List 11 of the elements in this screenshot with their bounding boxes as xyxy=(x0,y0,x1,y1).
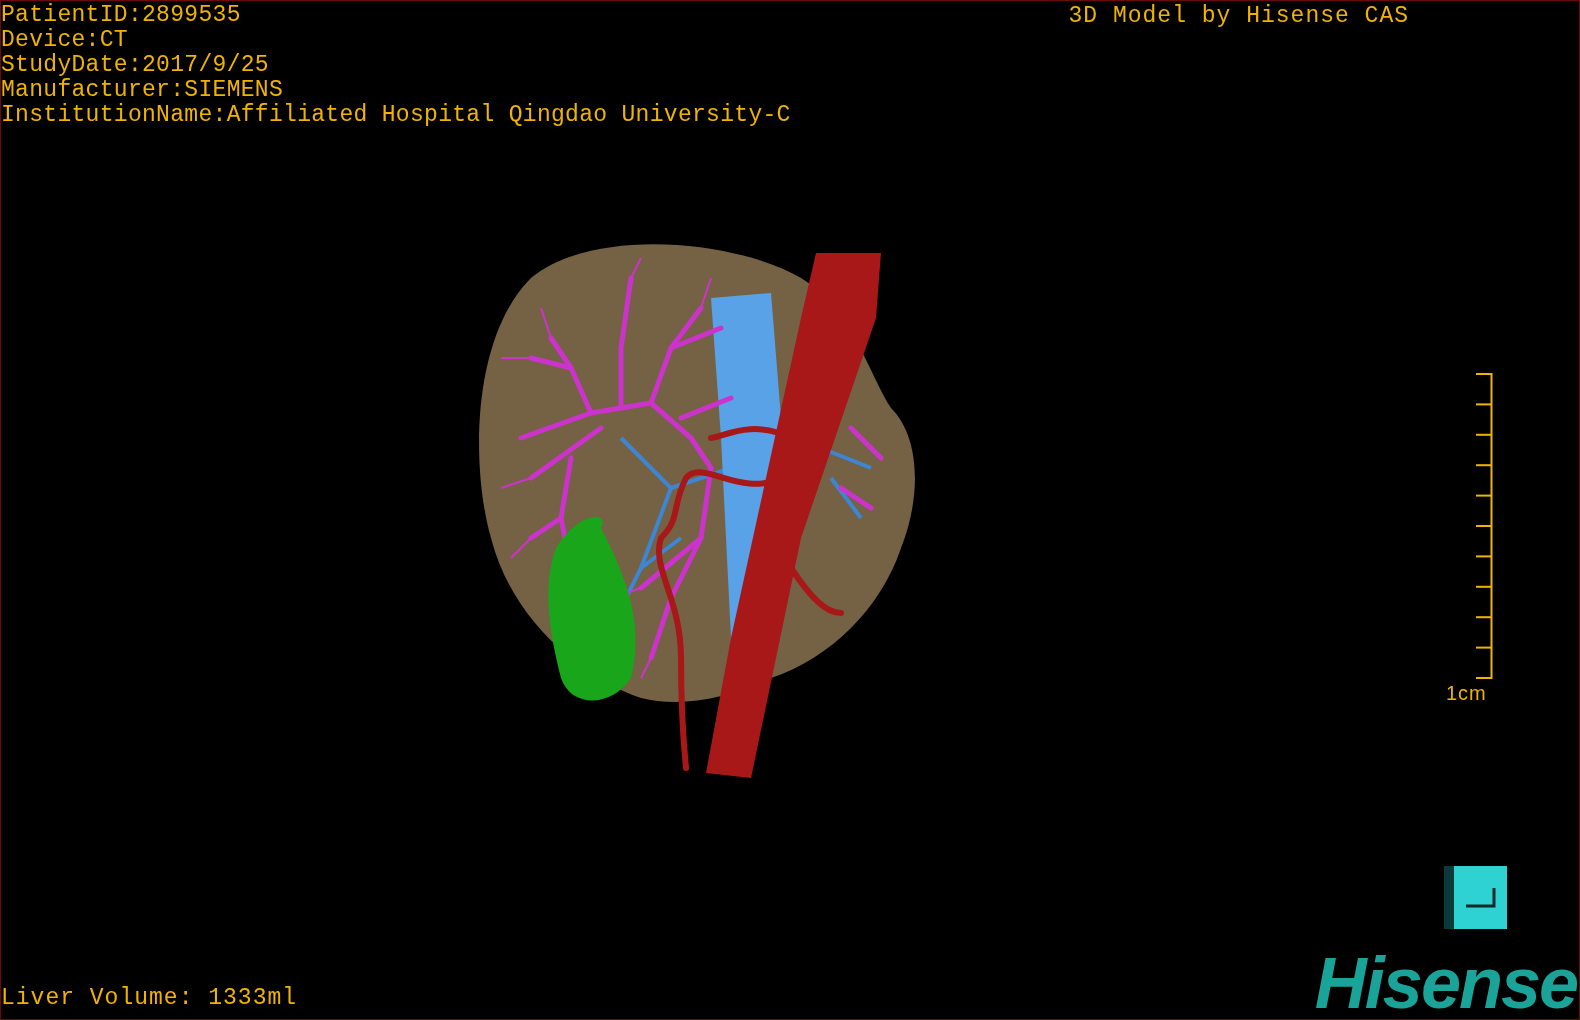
study-info-line: Device:CT xyxy=(1,28,129,53)
brand-logo: Hisense xyxy=(1314,947,1577,1019)
study-info-line: Manufacturer:SIEMENS xyxy=(1,78,285,103)
corner-icon xyxy=(1463,886,1498,909)
scale-label: 1cm xyxy=(1446,682,1487,704)
study-info-line: StudyDate:2017/9/25 xyxy=(1,53,270,78)
liver-volume-text: Liver Volume: 1333ml xyxy=(1,985,298,1011)
viewer-title: 3D Model by Hisense CAS xyxy=(1068,4,1409,31)
view-corner-button[interactable] xyxy=(1444,866,1507,929)
study-info-line: PatientID:2899535 xyxy=(1,3,242,28)
study-info-line: InstitutionName:Affiliated Hospital Qingdao University-C xyxy=(1,103,791,128)
